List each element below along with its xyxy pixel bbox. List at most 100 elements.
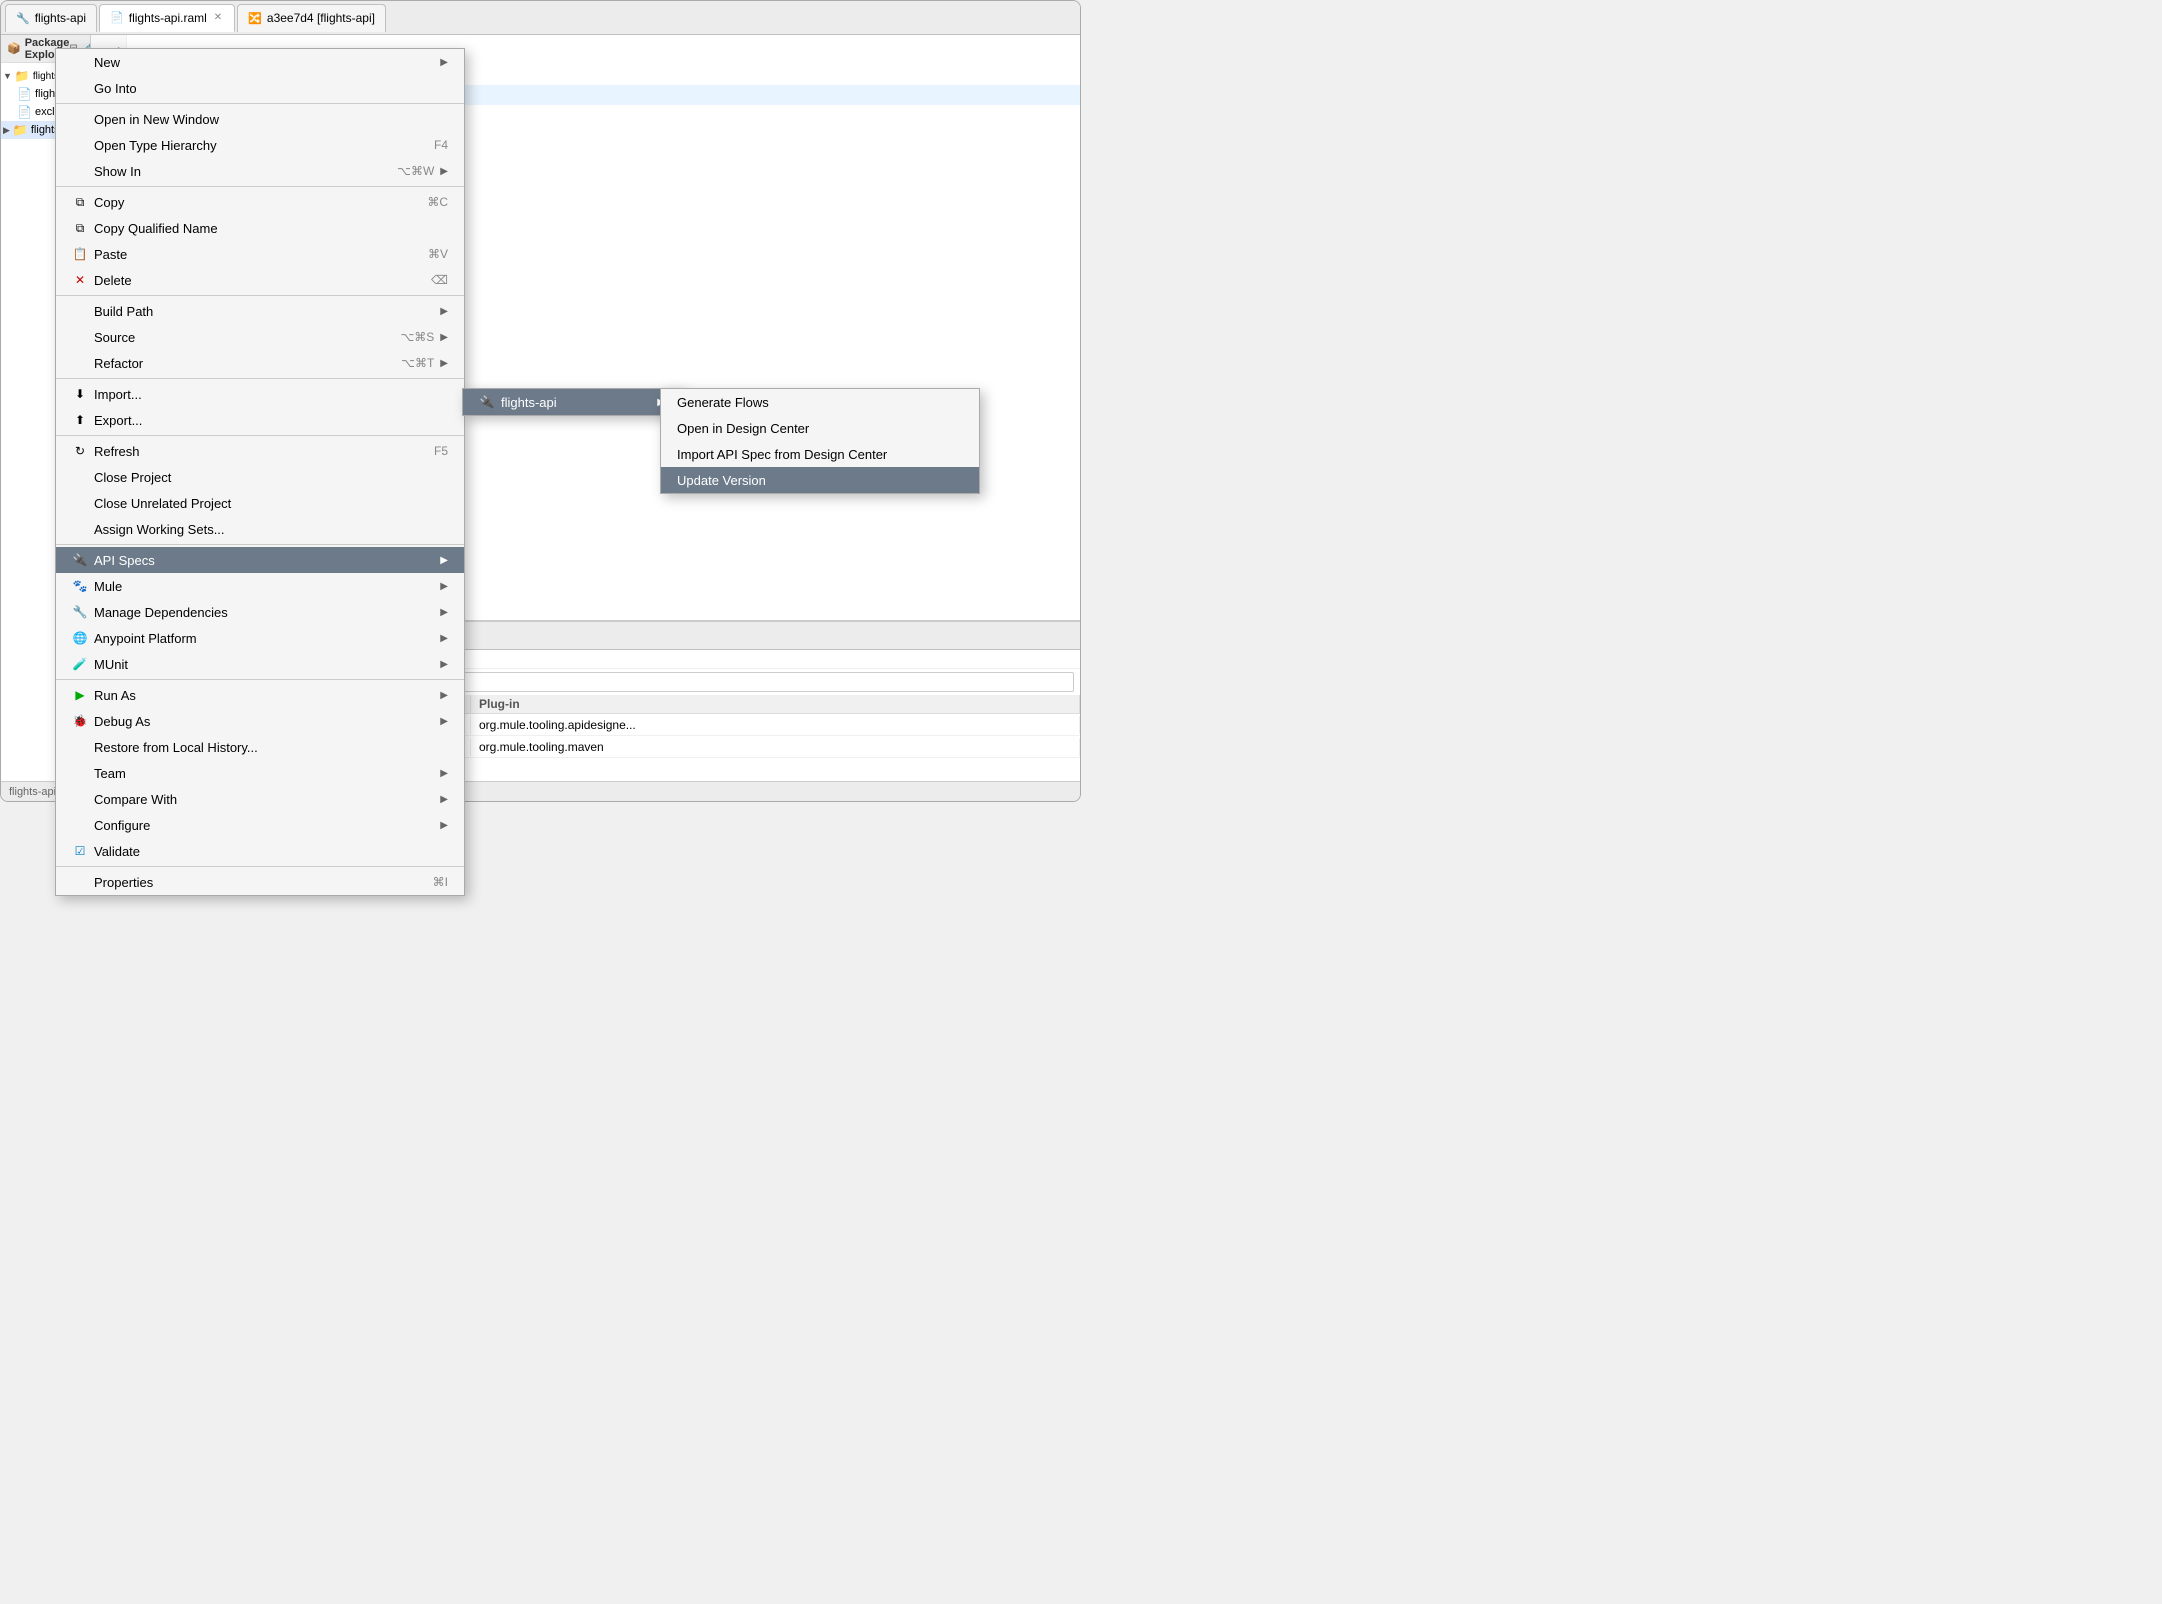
properties-shortcut: ⌘I — [433, 875, 448, 889]
copy-label: Copy — [94, 195, 124, 210]
open-type-shortcut: F4 — [434, 138, 448, 152]
error-plugin-cell: org.mule.tooling.apidesigne... — [471, 716, 1080, 734]
anypoint-arrow: ▶ — [440, 633, 448, 644]
menu-item-assign-working-sets[interactable]: Assign Working Sets... — [56, 516, 464, 542]
paste-label: Paste — [94, 247, 127, 262]
show-in-arrow: ▶ — [440, 166, 448, 177]
refresh-shortcut: F5 — [434, 444, 448, 458]
team-label: Team — [94, 766, 126, 781]
run-as-arrow: ▶ — [440, 690, 448, 701]
menu-item-manage-dependencies[interactable]: 🔧 Manage Dependencies ▶ — [56, 599, 464, 625]
menu-item-new[interactable]: New ▶ — [56, 49, 464, 75]
show-in-shortcut: ⌥⌘W — [397, 164, 434, 178]
mule-icon: 🐾 — [72, 579, 88, 593]
menu-item-copy[interactable]: ⧉ Copy ⌘C — [56, 189, 464, 215]
close-project-label: Close Project — [94, 470, 171, 485]
menu-item-open-new-window[interactable]: Open in New Window — [56, 106, 464, 132]
debug-as-icon: 🐞 — [72, 714, 88, 728]
menu-item-paste[interactable]: 📋 Paste ⌘V — [56, 241, 464, 267]
submenu-item-flights-api[interactable]: 🔌 flights-api ▶ — [463, 389, 681, 415]
menu-item-show-in[interactable]: Show In ⌥⌘W ▶ — [56, 158, 464, 184]
run-as-icon: ▶ — [72, 688, 88, 702]
api-specs-arrow: ▶ — [440, 555, 448, 566]
menu-item-compare-with[interactable]: Compare With ▶ — [56, 786, 464, 812]
menu-item-close-unrelated[interactable]: Close Unrelated Project — [56, 490, 464, 516]
menu-item-restore-local[interactable]: Restore from Local History... — [56, 734, 464, 760]
menu-item-properties[interactable]: Properties ⌘I — [56, 869, 464, 895]
tab-flights-api-raml[interactable]: 📄 flights-api.raml ✕ — [99, 4, 235, 32]
context-menu: New ▶ Go Into Open in New Window Open Ty… — [55, 48, 465, 896]
menu-item-debug-as[interactable]: 🐞 Debug As ▶ — [56, 708, 464, 734]
anypoint-icon: 🌐 — [72, 631, 88, 645]
run-as-label: Run As — [94, 688, 136, 703]
menu-item-team[interactable]: Team ▶ — [56, 760, 464, 786]
menu-item-build-path[interactable]: Build Path ▶ — [56, 298, 464, 324]
menu-item-import[interactable]: ⬇ Import... — [56, 381, 464, 407]
tab-a3ee7d4[interactable]: 🔀 a3ee7d4 [flights-api] — [237, 4, 386, 32]
new-label: New — [94, 55, 120, 70]
source-arrow: ▶ — [440, 332, 448, 343]
export-icon: ⬆ — [72, 413, 88, 427]
flights-folder-icon: 📁 — [13, 123, 28, 137]
sep7 — [56, 679, 464, 680]
menu-item-validate[interactable]: ☑ Validate — [56, 838, 464, 864]
munit-arrow: ▶ — [440, 659, 448, 670]
copy-qualified-icon: ⧉ — [72, 221, 88, 236]
submenu-item-generate-flows[interactable]: Generate Flows — [661, 389, 979, 415]
folder-icon: 📁 — [15, 69, 30, 83]
go-into-label: Go Into — [94, 81, 137, 96]
properties-label: Properties — [94, 875, 153, 890]
copy-icon: ⧉ — [72, 195, 88, 210]
api-specs-label: API Specs — [94, 553, 155, 568]
refactor-arrow: ▶ — [440, 358, 448, 369]
sep3 — [56, 295, 464, 296]
anypoint-label: Anypoint Platform — [94, 631, 197, 646]
generate-flows-label: Generate Flows — [677, 395, 769, 410]
sep5 — [56, 435, 464, 436]
export-label: Export... — [94, 413, 142, 428]
delete-icon: ✕ — [72, 273, 88, 287]
submenu-item-open-design-center[interactable]: Open in Design Center — [661, 415, 979, 441]
flights-api-tab-label: flights-api — [35, 11, 86, 25]
flights-api-sub-label: flights-api — [501, 395, 557, 410]
submenu-item-update-version[interactable]: Update Version — [661, 467, 979, 493]
configure-label: Configure — [94, 818, 150, 833]
sep4 — [56, 378, 464, 379]
menu-item-anypoint[interactable]: 🌐 Anypoint Platform ▶ — [56, 625, 464, 651]
menu-item-refresh[interactable]: ↻ Refresh F5 — [56, 438, 464, 464]
flights-api-submenu: Generate Flows Open in Design Center Imp… — [660, 388, 980, 494]
menu-item-close-project[interactable]: Close Project — [56, 464, 464, 490]
menu-item-export[interactable]: ⬆ Export... — [56, 407, 464, 433]
debug-as-label: Debug As — [94, 714, 150, 729]
menu-item-delete[interactable]: ✕ Delete ⌫ — [56, 267, 464, 293]
raml-tab-icon: 📄 — [110, 11, 124, 24]
refresh-icon: ↻ — [72, 444, 88, 458]
menu-item-source[interactable]: Source ⌥⌘S ▶ — [56, 324, 464, 350]
show-in-label: Show In — [94, 164, 141, 179]
menu-item-api-specs[interactable]: 🔌 API Specs ▶ — [56, 547, 464, 573]
menu-item-munit[interactable]: 🧪 MUnit ▶ — [56, 651, 464, 677]
menu-item-copy-qualified[interactable]: ⧉ Copy Qualified Name — [56, 215, 464, 241]
manage-deps-label: Manage Dependencies — [94, 605, 228, 620]
import-api-spec-label: Import API Spec from Design Center — [677, 447, 887, 462]
tab-flights-api[interactable]: 🔧 flights-api — [5, 4, 97, 32]
menu-item-open-type-hierarchy[interactable]: Open Type Hierarchy F4 — [56, 132, 464, 158]
raml-tab-label: flights-api.raml — [129, 11, 207, 25]
menu-item-go-into[interactable]: Go Into — [56, 75, 464, 101]
flights-api-sub-icon: 🔌 — [479, 395, 495, 409]
refactor-label: Refactor — [94, 356, 143, 371]
excl-icon: 📄 — [17, 105, 32, 119]
raml-tab-close[interactable]: ✕ — [212, 11, 224, 24]
submenu-item-import-api-spec[interactable]: Import API Spec from Design Center — [661, 441, 979, 467]
menu-item-run-as[interactable]: ▶ Run As ▶ — [56, 682, 464, 708]
menu-item-configure[interactable]: Configure ▶ — [56, 812, 464, 838]
source-shortcut: ⌥⌘S — [400, 330, 434, 344]
source-label: Source — [94, 330, 135, 345]
menu-item-refactor[interactable]: Refactor ⌥⌘T ▶ — [56, 350, 464, 376]
paste-shortcut: ⌘V — [428, 247, 448, 261]
info-plugin-cell: org.mule.tooling.maven — [471, 738, 1080, 756]
manage-deps-arrow: ▶ — [440, 607, 448, 618]
delete-label: Delete — [94, 273, 132, 288]
menu-item-mule[interactable]: 🐾 Mule ▶ — [56, 573, 464, 599]
validate-label: Validate — [94, 844, 140, 859]
